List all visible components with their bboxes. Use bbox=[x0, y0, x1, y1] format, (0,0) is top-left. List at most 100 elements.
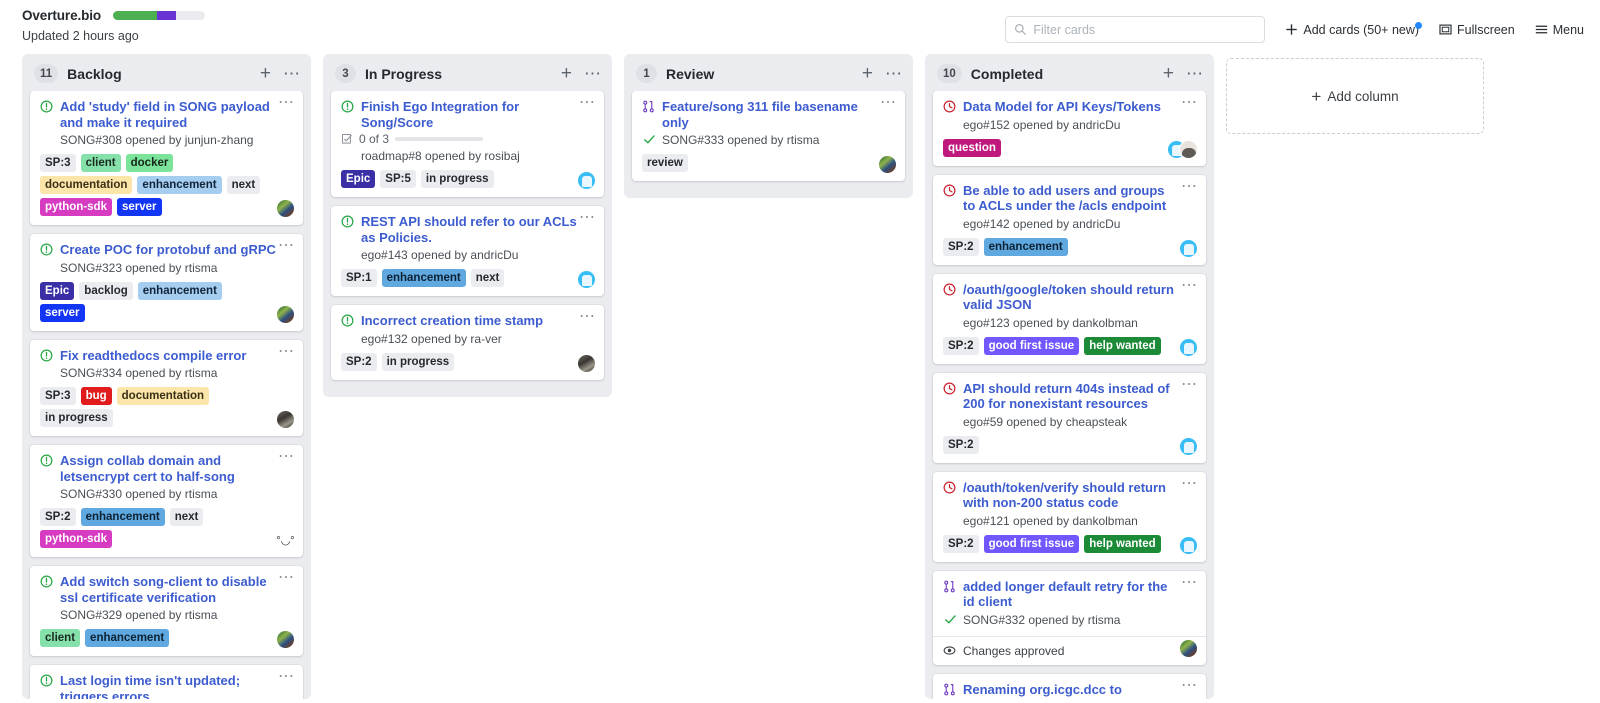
fullscreen-button[interactable]: Fullscreen bbox=[1439, 23, 1515, 37]
column-add-card-button[interactable]: + bbox=[1163, 64, 1174, 83]
card-label[interactable]: python-sdk bbox=[40, 198, 112, 216]
avatar[interactable] bbox=[276, 630, 295, 649]
card-title[interactable]: Be able to add users and groups to ACLs … bbox=[963, 183, 1196, 214]
card-title[interactable]: API should return 404s instead of 200 fo… bbox=[963, 381, 1196, 412]
card-title[interactable]: Create POC for protobuf and gRPC bbox=[60, 242, 293, 258]
card-label[interactable]: enhancement bbox=[983, 237, 1068, 256]
card-label[interactable]: in progress bbox=[420, 170, 494, 188]
card-label[interactable]: Epic bbox=[40, 281, 75, 300]
card-title[interactable]: added longer default retry for the id cl… bbox=[963, 579, 1196, 610]
card-menu-button[interactable]: ⋯ bbox=[278, 343, 295, 359]
board-card[interactable]: Be able to add users and groups to ACLs … bbox=[933, 174, 1206, 265]
avatar[interactable] bbox=[577, 353, 596, 373]
card-label[interactable]: documentation bbox=[40, 176, 133, 194]
card-label[interactable]: documentation bbox=[116, 387, 210, 405]
card-label[interactable]: help wanted bbox=[1084, 534, 1161, 553]
card-title[interactable]: Last login time isn't updated; triggers … bbox=[60, 673, 293, 699]
card-menu-button[interactable]: ⋯ bbox=[278, 238, 295, 254]
card-title[interactable]: Add 'study' field in SONG payload and ma… bbox=[60, 99, 293, 130]
card-menu-button[interactable]: ⋯ bbox=[579, 95, 596, 111]
card-label[interactable]: good first issue bbox=[983, 534, 1080, 553]
avatar[interactable] bbox=[1179, 638, 1198, 658]
card-label[interactable]: good first issue bbox=[983, 336, 1080, 355]
card-menu-button[interactable]: ⋯ bbox=[1181, 178, 1198, 194]
card-title[interactable]: Assign collab domain and letsencrypt cer… bbox=[60, 453, 293, 484]
card-label[interactable]: SP:5 bbox=[380, 170, 416, 188]
card-label[interactable]: SP:2 bbox=[943, 237, 979, 256]
card-menu-button[interactable]: ⋯ bbox=[278, 449, 295, 465]
card-menu-button[interactable]: ⋯ bbox=[1181, 475, 1198, 491]
card-label[interactable]: review bbox=[642, 154, 688, 172]
card-menu-button[interactable]: ⋯ bbox=[1181, 574, 1198, 590]
avatar[interactable] bbox=[1179, 139, 1198, 159]
avatar[interactable] bbox=[1179, 337, 1198, 357]
avatar[interactable] bbox=[1179, 535, 1198, 555]
card-menu-button[interactable]: ⋯ bbox=[579, 309, 596, 325]
card-title[interactable]: Fix readthedocs compile error bbox=[60, 348, 293, 364]
board-card[interactable]: Last login time isn't updated; triggers … bbox=[30, 665, 303, 699]
card-menu-button[interactable]: ⋯ bbox=[1181, 277, 1198, 293]
card-label[interactable]: next bbox=[470, 269, 505, 287]
card-label[interactable]: in progress bbox=[381, 352, 455, 371]
board-card[interactable]: API should return 404s instead of 200 fo… bbox=[933, 372, 1206, 463]
card-label[interactable]: next bbox=[169, 508, 204, 526]
card-label[interactable]: SP:3 bbox=[40, 387, 76, 405]
board-card[interactable]: Add switch song-client to disable ssl ce… bbox=[30, 566, 303, 656]
avatar[interactable] bbox=[577, 270, 596, 289]
card-title[interactable]: Feature/song 311 file basename only bbox=[662, 99, 895, 130]
card-menu-button[interactable]: ⋯ bbox=[880, 95, 897, 111]
avatar[interactable] bbox=[276, 304, 295, 324]
board-card[interactable]: /oauth/google/token should return valid … bbox=[933, 273, 1206, 364]
card-title[interactable]: REST API should refer to our ACLs as Pol… bbox=[361, 214, 594, 245]
board-card[interactable]: Feature/song 311 file basename only ⋯ SONG… bbox=[632, 91, 905, 181]
avatar[interactable] bbox=[1179, 436, 1198, 456]
card-label[interactable]: enhancement bbox=[137, 176, 222, 194]
card-label[interactable]: server bbox=[116, 198, 162, 216]
card-label[interactable]: enhancement bbox=[381, 269, 466, 287]
card-label[interactable]: SP:2 bbox=[943, 534, 979, 553]
avatar[interactable] bbox=[1179, 238, 1198, 258]
card-label[interactable]: SP:2 bbox=[40, 508, 76, 526]
card-title[interactable]: Incorrect creation time stamp bbox=[361, 313, 594, 329]
board-card[interactable]: Add 'study' field in SONG payload and ma… bbox=[30, 91, 303, 225]
card-label[interactable]: SP:3 bbox=[40, 154, 76, 172]
column-add-card-button[interactable]: + bbox=[862, 64, 873, 83]
card-label[interactable]: server bbox=[40, 303, 85, 322]
card-menu-button[interactable]: ⋯ bbox=[1181, 376, 1198, 392]
card-label[interactable]: SP:2 bbox=[943, 435, 979, 454]
filter-cards-input[interactable]: Filter cards bbox=[1005, 16, 1266, 43]
card-menu-button[interactable]: ⋯ bbox=[579, 210, 596, 226]
card-menu-button[interactable]: ⋯ bbox=[278, 570, 295, 586]
board-card[interactable]: Fix readthedocs compile error ⋯ SONG#334 o… bbox=[30, 339, 303, 436]
card-label[interactable]: question bbox=[943, 138, 1001, 157]
avatar[interactable]: °◡° bbox=[276, 531, 295, 550]
column-add-card-button[interactable]: + bbox=[260, 64, 271, 83]
card-title[interactable]: /oauth/token/verify should return with n… bbox=[963, 480, 1196, 511]
board-card[interactable]: /oauth/token/verify should return with n… bbox=[933, 471, 1206, 562]
card-menu-button[interactable]: ⋯ bbox=[1181, 677, 1198, 693]
board-card[interactable]: Assign collab domain and letsencrypt cer… bbox=[30, 445, 303, 557]
card-label[interactable]: help wanted bbox=[1084, 336, 1161, 355]
card-title[interactable]: Finish Ego Integration for Song/Score bbox=[361, 99, 594, 130]
card-menu-button[interactable]: ⋯ bbox=[278, 95, 295, 111]
board-card[interactable]: Renaming org.icgc.dcc to bio.overture⋯SO… bbox=[933, 673, 1206, 699]
card-label[interactable]: client bbox=[40, 629, 81, 647]
card-title[interactable]: Add switch song-client to disable ssl ce… bbox=[60, 574, 293, 605]
column-menu-button[interactable]: ⋯ bbox=[885, 65, 903, 82]
card-label[interactable]: SP:1 bbox=[341, 269, 377, 287]
avatar[interactable] bbox=[276, 199, 295, 218]
card-label[interactable]: enhancement bbox=[85, 629, 170, 647]
avatar[interactable] bbox=[878, 155, 897, 174]
board-card[interactable]: Finish Ego Integration for Song/Score ⋯ 0 … bbox=[331, 91, 604, 197]
avatar[interactable] bbox=[276, 410, 295, 429]
add-cards-button[interactable]: Add cards (50+ new) bbox=[1285, 21, 1423, 37]
card-label[interactable]: backlog bbox=[79, 281, 133, 300]
card-label[interactable]: in progress bbox=[40, 409, 113, 427]
menu-button[interactable]: Menu bbox=[1535, 23, 1584, 37]
board-card[interactable]: Create POC for protobuf and gRPC ⋯ SONG#32… bbox=[30, 234, 303, 331]
card-label[interactable]: Epic bbox=[341, 170, 376, 188]
column-menu-button[interactable]: ⋯ bbox=[1186, 65, 1204, 82]
card-label[interactable]: enhancement bbox=[80, 508, 165, 526]
card-title[interactable]: /oauth/google/token should return valid … bbox=[963, 282, 1196, 313]
column-menu-button[interactable]: ⋯ bbox=[283, 65, 301, 82]
